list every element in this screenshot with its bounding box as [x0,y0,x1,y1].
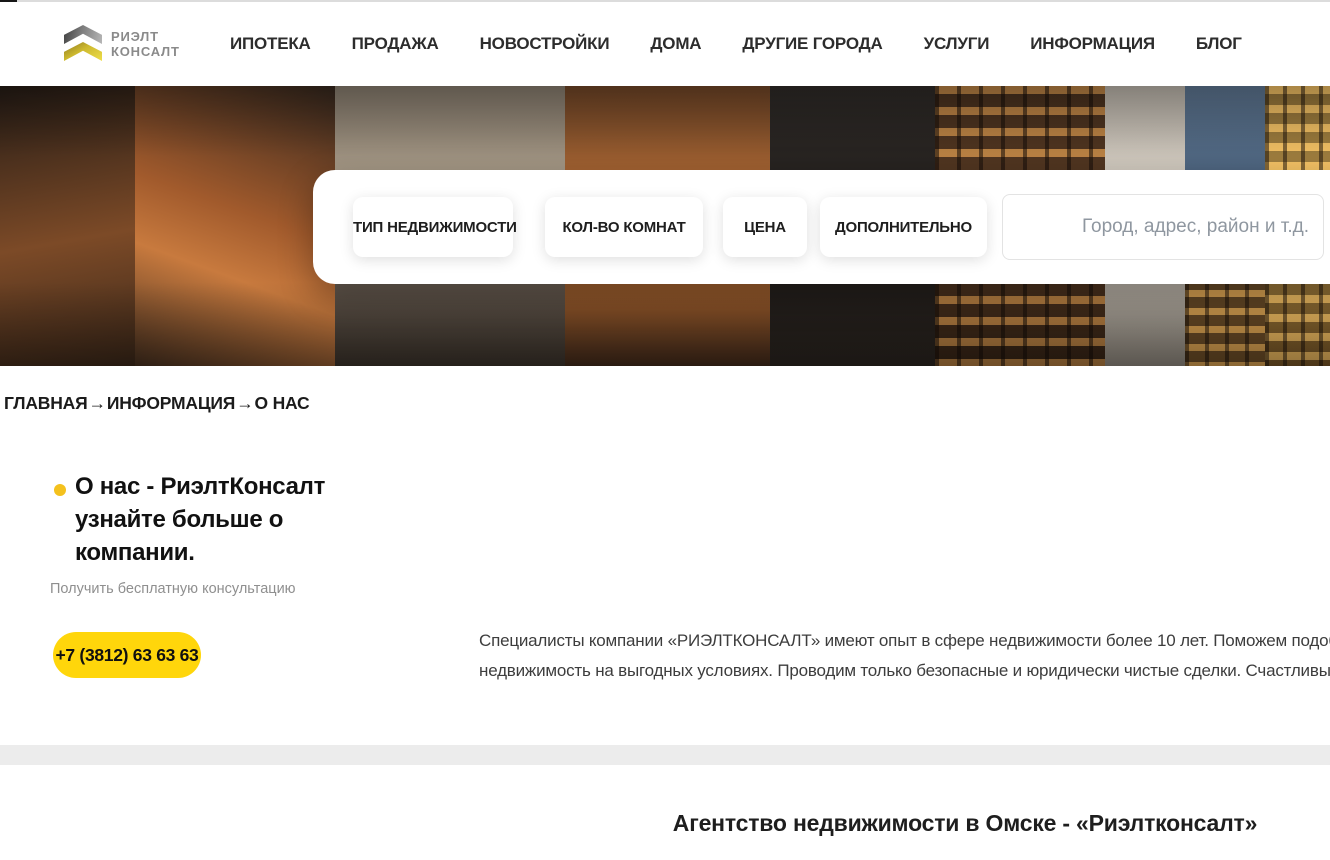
logo-line2: КОНСАЛТ [111,44,180,59]
breadcrumb-information[interactable]: ИНФОРМАЦИЯ [107,393,235,414]
nav-item-uslugi[interactable]: УСЛУГИ [924,34,990,54]
nav-item-doma[interactable]: ДОМА [650,34,701,54]
breadcrumb-home[interactable]: ГЛАВНАЯ [4,393,88,414]
filter-price-button[interactable]: ЦЕНА [723,197,807,257]
logo-chevron-bottom-icon [64,42,102,61]
agency-section-title: Агентство недвижимости в Омске - «Риэлтк… [0,810,1330,837]
logo-text: РИЭЛТ КОНСАЛТ [111,29,180,59]
nav-item-ipoteka[interactable]: ИПОТЕКА [230,34,311,54]
phone-button[interactable]: +7 (3812) 63 63 63 [53,632,201,678]
breadcrumb-arrow-icon: → [89,393,106,414]
nav-item-novostroyki[interactable]: НОВОСТРОЙКИ [480,34,610,54]
nav-item-informatsiya[interactable]: ИНФОРМАЦИЯ [1030,34,1155,54]
header: РИЭЛТ КОНСАЛТ ИПОТЕКА ПРОДАЖА НОВОСТРОЙК… [0,2,1330,86]
filter-property-type-button[interactable]: ТИП НЕДВИЖИМОСТИ [353,197,513,257]
nav-item-prodazha[interactable]: ПРОДАЖА [352,34,439,54]
about-description: Специалисты компании «РИЭЛТКОНСАЛТ» имею… [479,626,1330,686]
filter-extra-button[interactable]: ДОПОЛНИТЕЛЬНО [820,197,987,257]
breadcrumb-about-current: О НАС [255,393,310,414]
section-divider [0,745,1330,765]
logo[interactable]: РИЭЛТ КОНСАЛТ [64,25,180,63]
about-page-title: О нас - РиэлтКонсалт узнайте больше о ко… [75,470,395,569]
property-search-panel: ТИП НЕДВИЖИМОСТИ КОЛ-ВО КОМНАТ ЦЕНА ДОПО… [313,170,1330,284]
filter-rooms-button[interactable]: КОЛ-ВО КОМНАТ [545,197,703,257]
consultation-label: Получить бесплатную консультацию [50,581,296,597]
main-nav: ИПОТЕКА ПРОДАЖА НОВОСТРОЙКИ ДОМА ДРУГИЕ … [230,2,1242,86]
logo-line1: РИЭЛТ [111,29,180,44]
breadcrumb: ГЛАВНАЯ → ИНФОРМАЦИЯ → О НАС [4,393,309,414]
logo-chevron-top-icon [64,25,102,44]
logo-chevrons-icon [64,25,102,63]
about-description-line1: Специалисты компании «РИЭЛТКОНСАЛТ» имею… [479,626,1330,656]
breadcrumb-arrow-icon: → [236,393,253,414]
about-description-line2: недвижимость на выгодных условиях. Прово… [479,656,1330,686]
nav-item-drugie-goroda[interactable]: ДРУГИЕ ГОРОДА [742,34,882,54]
nav-item-blog[interactable]: БЛОГ [1196,34,1242,54]
bullet-icon [54,484,66,496]
location-search-input[interactable] [1002,194,1324,260]
